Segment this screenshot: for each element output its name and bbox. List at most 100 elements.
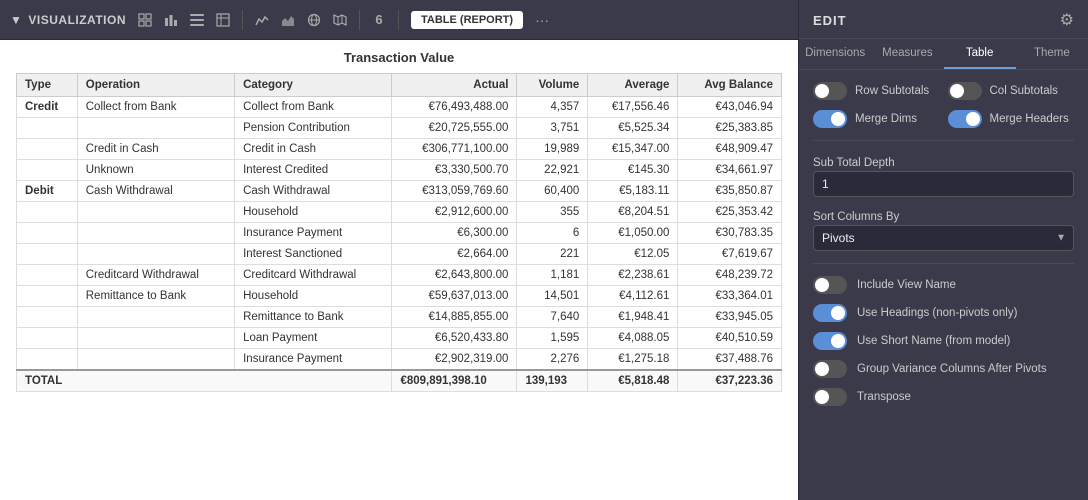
tab-measures[interactable]: Measures <box>871 39 943 69</box>
cell-volume: 221 <box>517 244 588 265</box>
cell-type <box>17 265 78 286</box>
include-view-name-label: Include View Name <box>857 279 956 291</box>
pivot-icon[interactable] <box>212 9 234 31</box>
number-icon[interactable]: 6 <box>368 9 390 31</box>
right-panel: EDIT ⚙ Dimensions Measures Table Theme R… <box>798 0 1088 500</box>
group-variance-row: Group Variance Columns After Pivots <box>813 360 1074 378</box>
cell-operation <box>77 349 234 371</box>
sub-total-depth-input[interactable] <box>813 171 1074 197</box>
sub-total-depth-section: Sub Total Depth <box>813 153 1074 197</box>
area-chart-icon[interactable] <box>277 9 299 31</box>
cell-type <box>17 286 78 307</box>
cell-average: €1,050.00 <box>588 223 678 244</box>
cell-avg_balance: €40,510.59 <box>678 328 782 349</box>
cell-avg_balance: €33,364.01 <box>678 286 782 307</box>
cell-volume: 22,921 <box>517 160 588 181</box>
total-row: TOTAL€809,891,398.10139,193€5,818.48€37,… <box>17 370 782 392</box>
row-subtotals-label: Row Subtotals <box>855 85 929 97</box>
cell-avg_balance: €48,239.72 <box>678 265 782 286</box>
tab-theme[interactable]: Theme <box>1016 39 1088 69</box>
cell-volume: 2,276 <box>517 349 588 371</box>
cell-actual: €6,520,433.80 <box>392 328 517 349</box>
group-variance-toggle[interactable] <box>813 360 847 378</box>
merge-dims-label: Merge Dims <box>855 113 917 125</box>
cell-avg_balance: €7,619.67 <box>678 244 782 265</box>
map-icon[interactable] <box>329 9 351 31</box>
row-subtotals-toggle[interactable] <box>813 82 847 100</box>
transpose-toggle[interactable] <box>813 388 847 406</box>
more-options-icon[interactable]: ··· <box>535 12 549 28</box>
toolbar-icons: 6 <box>134 9 403 31</box>
col-subtotals-toggle[interactable] <box>948 82 982 100</box>
use-short-name-row: Use Short Name (from model) <box>813 332 1074 350</box>
cell-average: €4,112.61 <box>588 286 678 307</box>
cell-type <box>17 118 78 139</box>
bar-chart-icon[interactable] <box>160 9 182 31</box>
use-short-name-toggle[interactable] <box>813 332 847 350</box>
col-volume: Volume <box>517 74 588 97</box>
cell-type <box>17 328 78 349</box>
cell-average: €5,183.11 <box>588 181 678 202</box>
cell-type <box>17 349 78 371</box>
use-headings-toggle[interactable] <box>813 304 847 322</box>
cell-average: €12.05 <box>588 244 678 265</box>
separator-3 <box>398 10 399 30</box>
cell-average: €1,275.18 <box>588 349 678 371</box>
cell-type: Debit <box>17 181 78 202</box>
cell-category: Collect from Bank <box>235 97 392 118</box>
globe-icon[interactable] <box>303 9 325 31</box>
merge-dims-thumb <box>831 112 845 126</box>
use-headings-label: Use Headings (non-pivots only) <box>857 307 1017 319</box>
gear-icon[interactable]: ⚙ <box>1060 10 1074 30</box>
chevron-down-icon[interactable]: ▼ <box>10 13 22 27</box>
edit-title: EDIT <box>813 13 847 28</box>
cell-operation: Cash Withdrawal <box>77 181 234 202</box>
cell-operation: Collect from Bank <box>77 97 234 118</box>
cell-avg_balance: €33,945.05 <box>678 307 782 328</box>
cell-average: €2,238.61 <box>588 265 678 286</box>
transpose-label: Transpose <box>857 391 911 403</box>
cell-actual: €2,912,600.00 <box>392 202 517 223</box>
col-average: Average <box>588 74 678 97</box>
merge-dims-toggle[interactable] <box>813 110 847 128</box>
cell-volume: 19,989 <box>517 139 588 160</box>
cell-actual: €59,637,013.00 <box>392 286 517 307</box>
cell-category: Insurance Payment <box>235 349 392 371</box>
line-chart-icon[interactable] <box>251 9 273 31</box>
include-view-name-toggle[interactable] <box>813 276 847 294</box>
cell-type <box>17 223 78 244</box>
cell-category: Interest Sanctioned <box>235 244 392 265</box>
cell-category: Interest Credited <box>235 160 392 181</box>
tabs: Dimensions Measures Table Theme <box>799 39 1088 70</box>
data-table: Type Operation Category Actual Volume Av… <box>16 73 782 392</box>
cell-average: €145.30 <box>588 160 678 181</box>
report-title: Transaction Value <box>16 50 782 65</box>
sort-columns-section: Sort Columns By Pivots Values Labels ▼ <box>813 207 1074 251</box>
sort-columns-select[interactable]: Pivots Values Labels <box>813 225 1074 251</box>
table-grid-icon[interactable] <box>134 9 156 31</box>
col-type: Type <box>17 74 78 97</box>
cell-actual: €2,902,319.00 <box>392 349 517 371</box>
group-variance-label: Group Variance Columns After Pivots <box>857 363 1047 375</box>
cell-avg_balance: €30,783.35 <box>678 223 782 244</box>
cell-actual: €6,300.00 <box>392 223 517 244</box>
table-area: Transaction Value Type Operation Categor… <box>0 40 798 500</box>
divider-1 <box>813 140 1074 141</box>
merge-headers-toggle[interactable] <box>948 110 982 128</box>
cell-average: €1,948.41 <box>588 307 678 328</box>
left-panel: ▼ VISUALIZATION <box>0 0 798 500</box>
tab-table[interactable]: Table <box>944 39 1016 69</box>
cell-average: €8,204.51 <box>588 202 678 223</box>
table-row: Household€2,912,600.00355€8,204.51€25,35… <box>17 202 782 223</box>
visualization-title: ▼ VISUALIZATION <box>10 13 126 27</box>
sort-columns-select-wrap: Pivots Values Labels ▼ <box>813 225 1074 251</box>
tab-dimensions[interactable]: Dimensions <box>799 39 871 69</box>
group-variance-thumb <box>815 362 829 376</box>
table-row: Insurance Payment€2,902,319.002,276€1,27… <box>17 349 782 371</box>
cell-category: Creditcard Withdrawal <box>235 265 392 286</box>
table-row: Interest Sanctioned€2,664.00221€12.05€7,… <box>17 244 782 265</box>
use-short-name-label: Use Short Name (from model) <box>857 335 1010 347</box>
list-icon[interactable] <box>186 9 208 31</box>
cell-type <box>17 202 78 223</box>
cell-category: Household <box>235 202 392 223</box>
